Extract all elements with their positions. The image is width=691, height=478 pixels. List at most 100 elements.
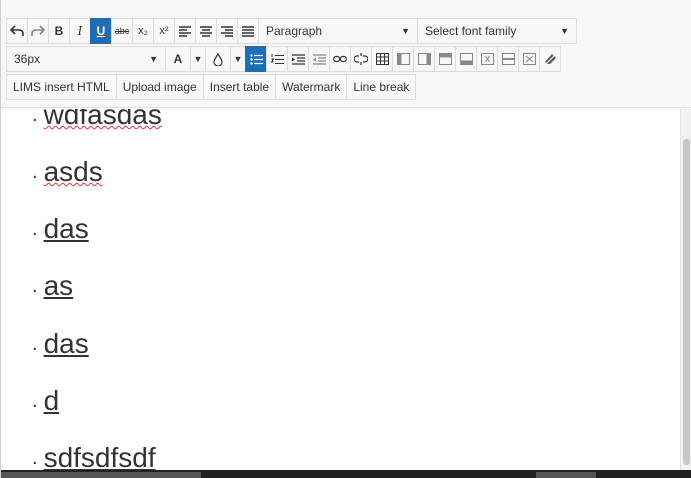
list-item: . as xyxy=(32,270,73,302)
align-center-icon xyxy=(200,25,212,37)
redo-button[interactable] xyxy=(27,18,49,44)
bottom-bar-segment xyxy=(536,472,596,478)
numbered-list-button[interactable] xyxy=(266,46,288,72)
bold-button[interactable]: B xyxy=(48,18,70,44)
list-item: .d xyxy=(32,385,59,417)
subscript-button[interactable]: x₂ xyxy=(132,18,154,44)
superscript-label: x² xyxy=(159,25,169,37)
delete-table-icon xyxy=(522,53,536,65)
chevron-down-icon: ▼ xyxy=(233,54,243,64)
scrollbar-thumb[interactable] xyxy=(683,139,690,465)
bullet-dot: . xyxy=(32,390,38,412)
insert-row-before-icon xyxy=(438,53,452,65)
list-item-text: asds xyxy=(43,156,103,187)
text-color-dropdown[interactable]: ▼ xyxy=(190,46,206,72)
bullet-dot: . xyxy=(32,218,38,240)
align-left-icon xyxy=(179,25,191,37)
font-size-value: 36px xyxy=(14,52,41,66)
chevron-down-icon: ▼ xyxy=(401,26,410,36)
watermark-button[interactable]: Watermark xyxy=(275,74,348,100)
delete-column-button[interactable] xyxy=(476,46,498,72)
text-color-button[interactable]: A xyxy=(165,46,191,72)
rich-text-editor: B I U abc x₂ x² Paragraph ▼ Select font … xyxy=(0,0,691,478)
superscript-button[interactable]: x² xyxy=(153,18,175,44)
insert-column-after-button[interactable] xyxy=(413,46,435,72)
align-justify-button[interactable] xyxy=(237,18,259,44)
bullet-list-button[interactable] xyxy=(245,46,267,72)
indent-button[interactable] xyxy=(287,46,309,72)
indent-icon xyxy=(291,53,305,65)
insert-link-button[interactable] xyxy=(329,46,351,72)
list-item-text: d xyxy=(43,385,60,416)
bullet-dot: . xyxy=(32,109,38,126)
vertical-scrollbar[interactable] xyxy=(680,109,691,470)
insert-row-after-icon xyxy=(459,53,473,65)
highlight-color-button[interactable] xyxy=(205,46,231,72)
bullet-dot: . xyxy=(32,161,38,183)
undo-icon xyxy=(10,25,24,36)
align-justify-icon xyxy=(242,25,254,37)
insert-column-before-icon xyxy=(396,53,410,65)
toolbar-row-styles: 36px ▼ A ▼ ▼ xyxy=(6,46,561,72)
line-break-button[interactable]: Line break xyxy=(346,74,417,100)
list-item-text: das xyxy=(43,328,89,359)
list-item-text: wdfasdas xyxy=(43,109,162,130)
link-icon xyxy=(333,55,347,63)
clear-formatting-button[interactable] xyxy=(539,46,561,72)
strikethrough-button[interactable]: abc xyxy=(111,18,133,44)
bottom-bar xyxy=(1,470,691,478)
unlink-icon xyxy=(354,53,368,65)
bullet-dot: . xyxy=(32,275,38,297)
insert-column-before-button[interactable] xyxy=(392,46,414,72)
bullet-list-icon xyxy=(249,53,263,65)
delete-table-button[interactable] xyxy=(518,46,540,72)
align-right-button[interactable] xyxy=(216,18,238,44)
underline-label: U xyxy=(96,24,106,38)
list-item: . das xyxy=(32,328,89,360)
delete-row-button[interactable] xyxy=(497,46,519,72)
bottom-bar-segment xyxy=(1,472,201,478)
unlink-button[interactable] xyxy=(350,46,372,72)
table-button[interactable] xyxy=(371,46,393,72)
chevron-down-icon: ▼ xyxy=(560,26,569,36)
table-icon xyxy=(375,53,389,65)
delete-row-icon xyxy=(501,53,515,65)
list-item: . asds xyxy=(32,156,103,188)
font-family-select[interactable]: Select font family ▼ xyxy=(417,18,577,44)
list-item-text: as xyxy=(43,270,74,301)
toolbar-row-formatting: B I U abc x₂ x² Paragraph ▼ Select font … xyxy=(6,18,577,44)
align-left-button[interactable] xyxy=(174,18,196,44)
outdent-button[interactable] xyxy=(308,46,330,72)
droplet-icon xyxy=(213,52,223,66)
list-item-text: das xyxy=(43,213,89,244)
eraser-icon xyxy=(544,53,556,65)
subscript-label: x₂ xyxy=(138,25,148,37)
bullet-dot: . xyxy=(32,447,38,469)
strikethrough-label: abc xyxy=(114,26,130,36)
align-center-button[interactable] xyxy=(195,18,217,44)
undo-button[interactable] xyxy=(6,18,28,44)
italic-label: I xyxy=(77,24,83,38)
upload-image-button[interactable]: Upload image xyxy=(115,74,204,100)
block-format-select[interactable]: Paragraph ▼ xyxy=(258,18,418,44)
block-format-value: Paragraph xyxy=(266,24,323,38)
bullet-dot: . xyxy=(32,333,38,355)
editor-content-area[interactable]: . wdfasdas . asds . das . as . das .d . sdfsdf… xyxy=(2,109,680,470)
italic-button[interactable]: I xyxy=(69,18,91,44)
font-size-select[interactable]: 36px ▼ xyxy=(6,46,166,72)
insert-row-after-button[interactable] xyxy=(455,46,477,72)
insert-table-button[interactable]: Insert table xyxy=(202,74,277,100)
highlight-color-dropdown[interactable]: ▼ xyxy=(230,46,246,72)
insert-column-after-icon xyxy=(417,53,431,65)
align-right-icon xyxy=(221,25,233,37)
chevron-down-icon: ▼ xyxy=(149,54,158,64)
list-item: . wdfasdas xyxy=(32,109,162,131)
toolbar-row-custom: LIMS insert HTML Upload image Insert tab… xyxy=(6,74,417,100)
delete-column-icon xyxy=(480,53,494,65)
insert-row-before-button[interactable] xyxy=(434,46,456,72)
outdent-icon xyxy=(312,53,326,65)
redo-icon xyxy=(31,25,45,36)
lims-insert-html-button[interactable]: LIMS insert HTML xyxy=(6,74,117,100)
text-color-label: A xyxy=(173,52,183,66)
underline-button[interactable]: U xyxy=(90,18,112,44)
